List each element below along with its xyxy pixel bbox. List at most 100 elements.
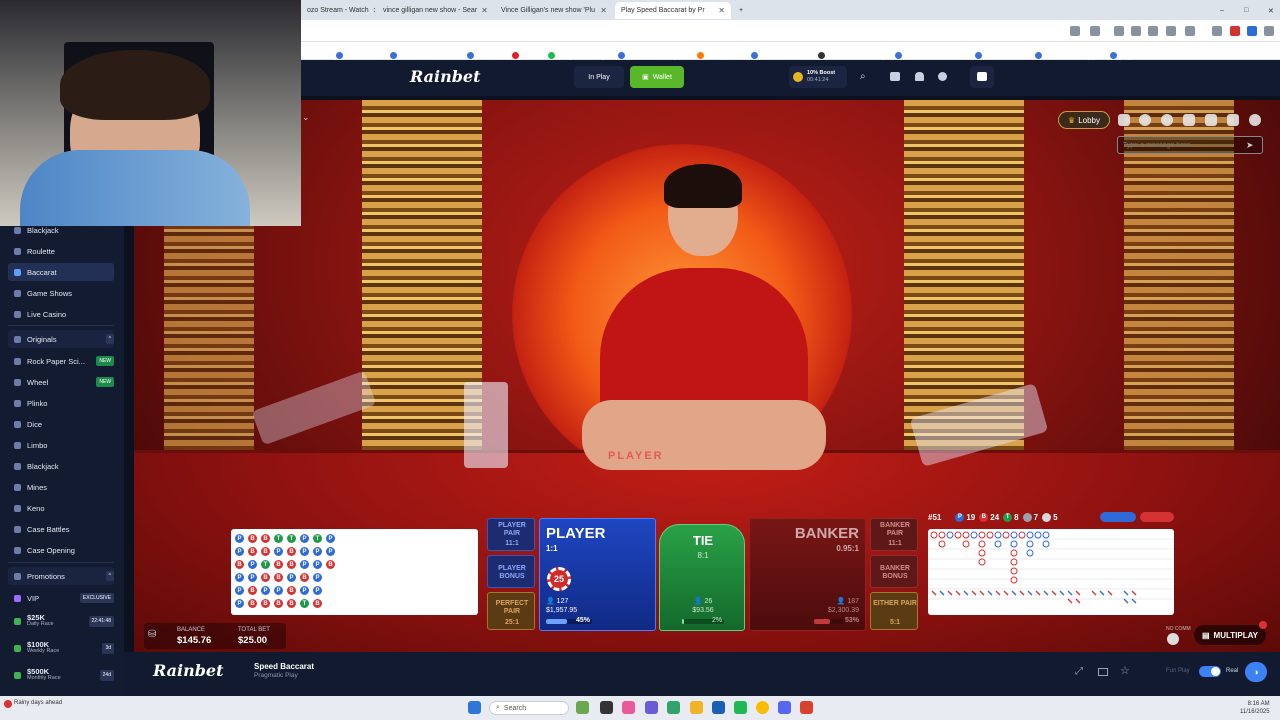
sidebar-section-originals[interactable]: Originals ^	[8, 330, 114, 348]
player-pair-bet[interactable]: PLAYER PAIR 11:1	[487, 518, 535, 551]
banker-predict-toggle[interactable]	[1140, 512, 1174, 522]
browser-tab-active[interactable]: Play Speed Baccarat by Pr ✕	[615, 2, 731, 19]
chrome-icon[interactable]	[756, 701, 769, 714]
chat-toggle-icon[interactable]	[1118, 114, 1130, 126]
volume-icon[interactable]	[1205, 114, 1217, 126]
spotify-icon[interactable]	[734, 701, 747, 714]
sidebar-item-original[interactable]: Keno	[8, 499, 114, 517]
clock[interactable]: 8:16 AM 11/16/2025	[1240, 700, 1270, 716]
banker-bonus-bet[interactable]: BANKER BONUS	[870, 555, 918, 588]
sidebar-item-original[interactable]: Dice	[8, 415, 114, 433]
app-icon[interactable]	[622, 701, 635, 714]
chips-icon[interactable]: ⛁	[148, 629, 156, 640]
extension-icon[interactable]	[1131, 26, 1141, 36]
sidebar-item-race[interactable]: $25K Daily Race 22:41:48	[8, 612, 114, 630]
extension-icon[interactable]	[1185, 26, 1195, 36]
sync-icon[interactable]	[1183, 114, 1195, 126]
browser-tab[interactable]: Vince Gilligan's new show 'Plu ✕	[495, 2, 613, 19]
close-tab-icon[interactable]: ✕	[596, 6, 607, 15]
sidebar-item-original[interactable]: Mines	[8, 478, 114, 496]
discord-icon[interactable]	[778, 701, 791, 714]
favorite-star-icon[interactable]: ☆	[1120, 664, 1130, 677]
extension-icon[interactable]	[1070, 26, 1080, 36]
player-bonus-bet[interactable]: PLAYER BONUS	[487, 555, 535, 588]
multiplay-button[interactable]: ▤ MULTIPLAY	[1194, 625, 1266, 645]
sidebar-item-baccarat[interactable]: Baccarat	[8, 263, 114, 281]
sidebar-item-roulette[interactable]: Roulette	[8, 242, 114, 260]
profile-icon[interactable]	[938, 72, 947, 81]
close-tab-icon[interactable]: ✕	[369, 6, 375, 15]
tie-bet-area[interactable]: TIE 8:1 👤 26 $93.56 2%	[659, 524, 745, 631]
lobby-button[interactable]: ♛ Lobby	[1058, 111, 1110, 129]
task-view-icon[interactable]	[600, 701, 613, 714]
sidebar-item-original[interactable]: Limbo	[8, 436, 114, 454]
sidebar-item-original[interactable]: Plinko	[8, 394, 114, 412]
sidebar-item-vip[interactable]: VIP EXCLUSIVE	[8, 589, 114, 607]
real-play-toggle[interactable]	[1199, 666, 1221, 677]
browser-tab[interactable]: vince gilligan new show - Sear ✕	[377, 2, 493, 19]
teams-icon[interactable]	[645, 701, 658, 714]
maximize-icon[interactable]: □	[1238, 2, 1252, 19]
chat-button[interactable]	[970, 66, 994, 88]
extension-icon[interactable]	[1166, 26, 1176, 36]
player-predict-toggle[interactable]	[1100, 512, 1136, 522]
expand-icon[interactable]: ⤢	[1075, 666, 1083, 677]
settings-gear-icon[interactable]	[1249, 114, 1261, 126]
sidebar-item-race[interactable]: $100K Weekly Race 3d	[8, 639, 114, 657]
bell-icon[interactable]	[915, 72, 924, 81]
sidebar-section-promotions[interactable]: Promotions ^	[8, 567, 114, 585]
sidebar-item-race[interactable]: $500K Monthly Race 24d	[8, 666, 114, 684]
new-tab-button[interactable]: +	[733, 2, 749, 19]
star-icon[interactable]	[1090, 26, 1100, 36]
sidebar-item-live-casino[interactable]: Live Casino	[8, 305, 114, 323]
banker-pair-bet[interactable]: BANKER PAIR 11:1	[870, 518, 918, 551]
file-explorer-icon[interactable]	[690, 701, 703, 714]
search-icon[interactable]: ⌕	[860, 71, 866, 82]
in-play-button[interactable]: In Play	[574, 66, 624, 88]
taskbar-search[interactable]: ⌕ Search	[489, 701, 569, 715]
extension-icon[interactable]	[1230, 26, 1240, 36]
sidebar-item-original[interactable]: Wheel NEW	[8, 373, 114, 391]
widgets-icon[interactable]	[576, 701, 589, 714]
help-icon[interactable]	[1161, 114, 1173, 126]
extension-icon[interactable]	[1247, 26, 1257, 36]
window-close-icon[interactable]: ✕	[1262, 2, 1276, 19]
perfect-pair-bet[interactable]: PERFECT PAIR 25:1	[487, 592, 535, 630]
site-logo[interactable]: Rainbet	[410, 67, 481, 86]
weather-text[interactable]: Rainy days ahead	[14, 700, 62, 706]
browser-tab[interactable]: ozo Stream - Watch✕	[301, 2, 375, 19]
boost-widget[interactable]: 10% Boost 00:41:24	[789, 66, 847, 88]
gift-icon[interactable]	[890, 72, 900, 81]
sidebar-item-original[interactable]: Case Battles	[8, 520, 114, 538]
menu-icon[interactable]	[1264, 26, 1274, 36]
chevron-up-icon[interactable]: ^	[105, 334, 114, 344]
history-icon[interactable]	[1139, 114, 1151, 126]
wallet-button[interactable]: ▣ Wallet	[630, 66, 684, 88]
close-tab-icon[interactable]: ✕	[477, 6, 488, 15]
windows-start-icon[interactable]	[468, 701, 481, 714]
extension-icon[interactable]	[1148, 26, 1158, 36]
bet-chip[interactable]: 25	[547, 567, 571, 591]
chevron-down-icon[interactable]: ⌄	[302, 112, 310, 123]
extension-icon[interactable]	[1114, 26, 1124, 36]
no-commission-toggle[interactable]	[1167, 633, 1179, 645]
chevron-up-icon[interactable]: ^	[105, 571, 114, 581]
either-pair-bet[interactable]: EITHER PAIR 5:1	[870, 592, 918, 630]
sidebar-item-original[interactable]: Blackjack	[8, 457, 114, 475]
player-bet-area[interactable]: PLAYER 1:1 25 👤 127 $1,957.95 45%	[539, 518, 656, 631]
send-icon[interactable]: ➤	[1246, 140, 1254, 151]
edge-icon[interactable]	[667, 701, 680, 714]
sidebar-item-original[interactable]: Rock Paper Sci... NEW	[8, 352, 114, 370]
weather-icon[interactable]	[4, 700, 12, 708]
theater-mode-icon[interactable]	[1098, 668, 1108, 676]
chat-message-input[interactable]	[1117, 136, 1263, 154]
support-button[interactable]: ◑	[1245, 662, 1267, 682]
minimize-icon[interactable]: –	[1214, 2, 1228, 19]
app-icon[interactable]	[800, 701, 813, 714]
close-tab-icon[interactable]: ✕	[714, 6, 725, 15]
banker-bet-area[interactable]: BANKER 0.95:1 👤 187 $2,300.39 53%	[749, 518, 866, 631]
sidebar-item-original[interactable]: Case Opening	[8, 541, 114, 559]
store-icon[interactable]	[712, 701, 725, 714]
sidebar-item-game-shows[interactable]: Game Shows	[8, 284, 114, 302]
video-settings-icon[interactable]	[1227, 114, 1239, 126]
